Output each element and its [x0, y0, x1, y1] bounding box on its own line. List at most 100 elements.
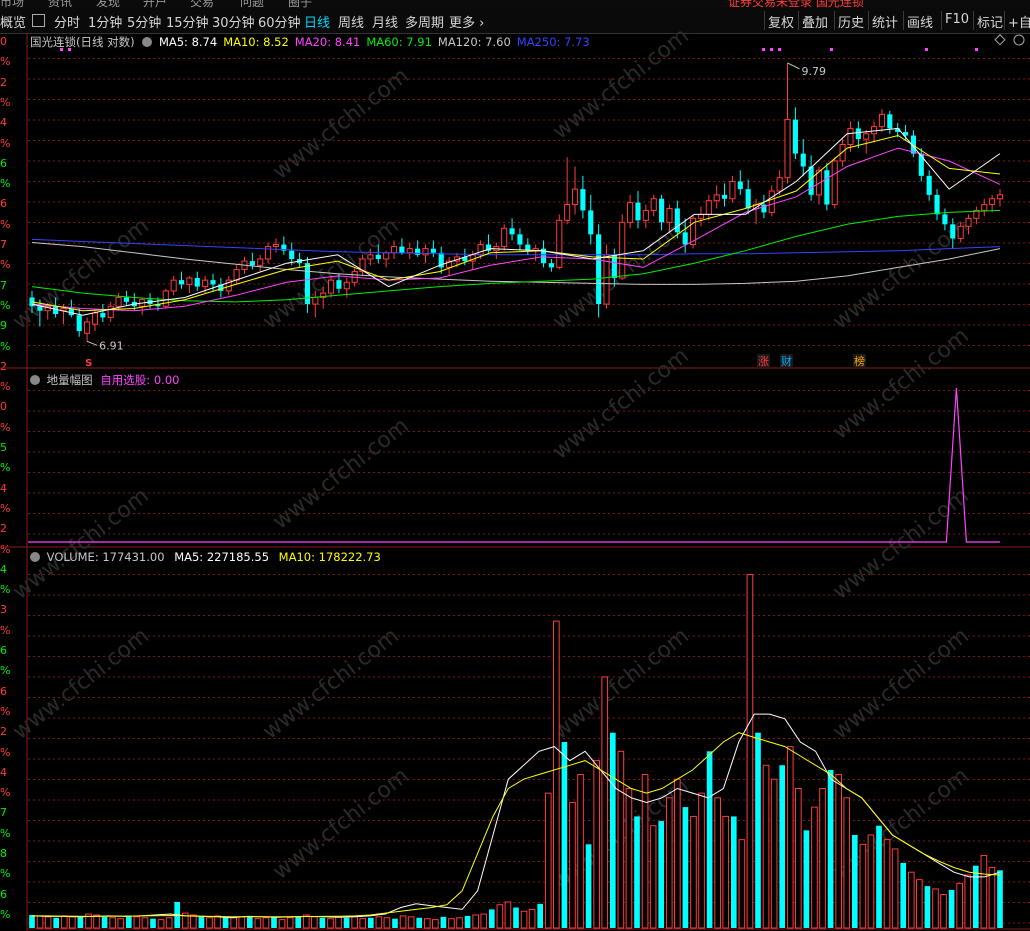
low-price-label: 6.91	[99, 339, 124, 352]
volume-settings-icon[interactable]	[30, 552, 40, 562]
candle-body	[272, 244, 280, 248]
volume-bar	[440, 916, 447, 928]
volume-bar	[93, 914, 100, 929]
volume-bar	[706, 751, 713, 928]
candle-body	[430, 248, 436, 253]
event-tag: 榜	[854, 354, 865, 368]
volume-bar	[133, 916, 141, 929]
volume-bar	[544, 792, 552, 929]
formula-label: 自用选股:	[100, 373, 151, 387]
candle-body	[934, 194, 940, 215]
volume-bar	[786, 746, 794, 929]
volume-bar	[916, 879, 923, 929]
candle-body	[84, 321, 91, 334]
candle-body	[800, 153, 806, 167]
main-panel-header: 国光连锁(日线 对数) MA5: 8.74 MA10: 8.52 MA20: 8.4…	[30, 34, 596, 50]
candle-body	[603, 254, 610, 305]
candle-body	[509, 228, 515, 235]
candle-body	[367, 254, 374, 260]
volume-bar	[722, 815, 730, 929]
marker-dot	[762, 48, 765, 51]
volume-bar	[658, 821, 665, 928]
volume-bar	[811, 806, 818, 929]
volume-bar	[238, 916, 246, 929]
kline-chart[interactable]: www.cfchi.com www.cfchi.com www.cfchi.com w…	[0, 0, 1030, 931]
volume-bar	[464, 915, 471, 928]
volume-bar	[271, 916, 277, 928]
candle-body	[477, 244, 484, 256]
volume-bar	[956, 882, 963, 929]
volume-bar	[488, 909, 495, 928]
volume-bar	[117, 918, 125, 929]
watermark-text: www.cfchi.com	[828, 323, 973, 444]
candle-body	[839, 144, 846, 162]
candle-body	[721, 194, 728, 199]
volume-bar	[36, 915, 44, 929]
volume-bar	[876, 825, 882, 928]
volume-bar	[423, 918, 431, 929]
volume-bar	[755, 732, 761, 928]
candle-body	[635, 202, 641, 221]
candle-body	[627, 202, 634, 223]
watermark-text: www.cfchi.com	[8, 483, 153, 604]
candle-body	[210, 280, 216, 285]
volume-bar	[29, 914, 35, 928]
ma250-line	[31, 238, 1001, 256]
candle-body	[619, 221, 626, 279]
candle-body	[162, 290, 169, 307]
volume-bar	[432, 919, 439, 929]
volume-bar	[569, 801, 576, 929]
volume-bar	[674, 778, 681, 929]
candle-body	[336, 280, 342, 289]
volume-bar	[883, 839, 891, 929]
volume-ma5: MA5: 227185.55	[174, 550, 270, 564]
volume-bar	[125, 915, 132, 928]
candle-body	[926, 175, 932, 195]
ma-label: MA60: 7.91	[366, 35, 432, 49]
candle-body	[871, 126, 878, 135]
volume-bar	[44, 916, 52, 929]
volume-bar	[940, 894, 947, 929]
volume-bar	[222, 916, 229, 928]
marker-dot	[770, 48, 773, 51]
volume-bar	[295, 916, 302, 928]
volume-bar	[520, 910, 528, 929]
volume-bar	[972, 865, 979, 928]
indicator-settings-icon[interactable]	[30, 375, 40, 385]
candle-body	[399, 246, 405, 253]
low-pointer	[86, 340, 98, 346]
candle-body	[406, 248, 413, 254]
candle-body	[53, 306, 59, 315]
ma20-line	[31, 147, 1001, 312]
settings-circle-icon[interactable]	[142, 37, 153, 47]
volume-bar	[641, 774, 649, 929]
volume-bar	[698, 792, 705, 929]
marker-dot	[778, 48, 781, 51]
ma-labels: MA5: 8.74 MA10: 8.52 MA20: 8.41 MA60: 7.91 M…	[159, 35, 596, 49]
candle-body	[289, 250, 295, 260]
volume-bar	[513, 907, 519, 928]
watermark-text: www.cfchi.com	[268, 63, 413, 184]
candle-body	[343, 281, 350, 290]
candle-body	[650, 198, 657, 211]
volume-bar	[77, 916, 84, 928]
candle-body	[415, 248, 421, 255]
candle-body	[100, 312, 106, 318]
ma-label: MA5: 8.74	[158, 35, 218, 49]
candle-body	[170, 279, 177, 292]
volume-bar	[392, 918, 398, 928]
volume-bar	[617, 750, 625, 929]
volume-value: VOLUME: 177431.00	[46, 550, 165, 564]
candle-body	[957, 225, 964, 239]
volume-bar	[770, 778, 778, 929]
volume-bar	[601, 676, 609, 929]
volume-bar	[762, 764, 770, 929]
candle-body	[713, 194, 720, 202]
volume-bar	[859, 843, 867, 929]
volume-bar	[924, 886, 931, 928]
volume-bar	[827, 769, 834, 928]
volume-bar	[157, 919, 165, 929]
candle-body	[996, 194, 1004, 200]
volume-bar	[416, 917, 423, 928]
candle-body	[37, 306, 43, 311]
